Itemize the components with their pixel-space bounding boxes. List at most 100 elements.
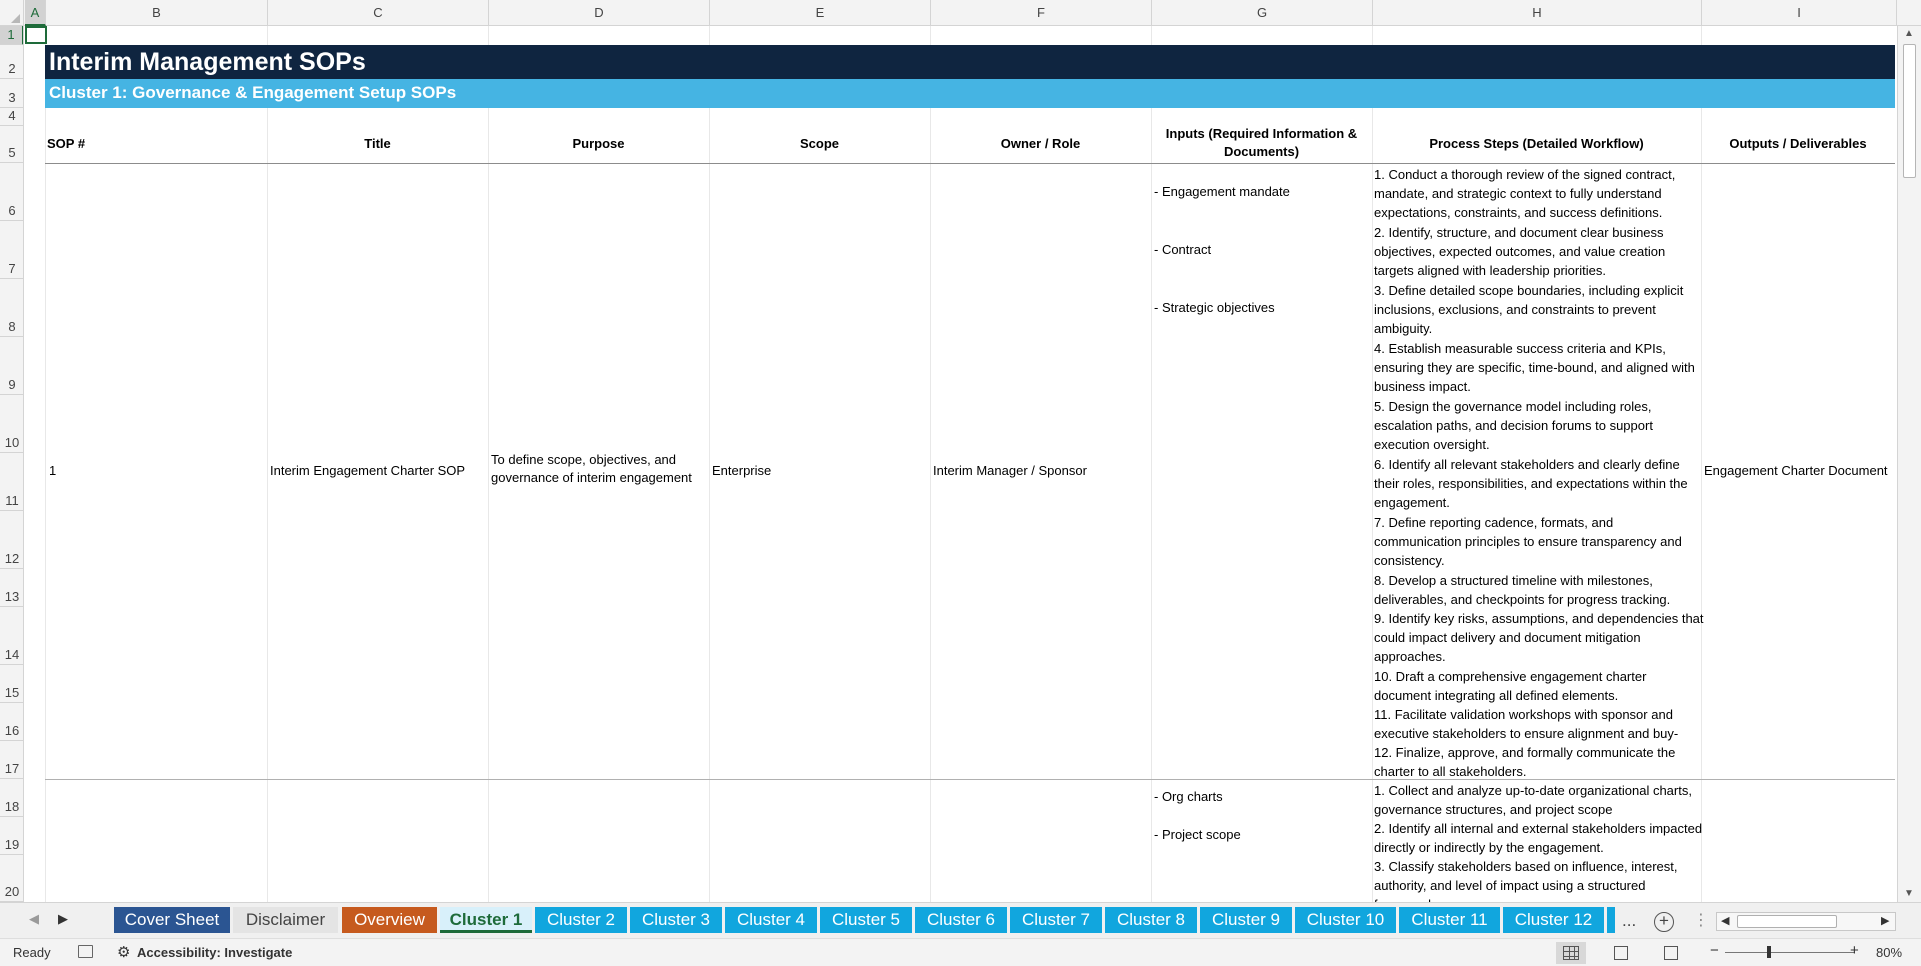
page-break-preview-button[interactable] — [1656, 942, 1686, 964]
tab-cluster-6[interactable]: Cluster 6 — [915, 907, 1007, 933]
scroll-right-arrow-icon[interactable]: ▶ — [1881, 914, 1889, 927]
horizontal-scroll-thumb[interactable] — [1737, 915, 1837, 928]
worksheet-grid[interactable]: Interim Management SOPs Cluster 1: Gover… — [25, 26, 1895, 902]
zoom-in-icon[interactable]: + — [1850, 942, 1859, 959]
sop2-input[interactable]: - Org charts — [1154, 788, 1223, 806]
tab-cluster-10[interactable]: Cluster 10 — [1295, 907, 1396, 933]
cluster-title: Cluster 1: Governance & Engagement Setup… — [49, 83, 457, 102]
row-header-1[interactable]: 1 — [0, 26, 23, 45]
row-header-13[interactable]: 13 — [0, 569, 23, 607]
prev-sheet-arrow-icon[interactable]: ◀ — [29, 911, 39, 927]
column-header-strip: A B C D E F G H I — [0, 0, 1921, 26]
column-header-d[interactable]: D — [489, 0, 710, 26]
zoom-slider[interactable] — [1725, 952, 1855, 953]
scroll-down-arrow-icon[interactable]: ▼ — [1904, 888, 1914, 899]
column-header-i[interactable]: I — [1702, 0, 1897, 26]
row-header-14[interactable]: 14 — [0, 607, 23, 665]
process-step: 11. Facilitate validation workshops with… — [1374, 707, 1679, 741]
zoom-out-icon[interactable]: − — [1710, 942, 1719, 959]
column-header-h[interactable]: H — [1373, 0, 1702, 26]
process-step: 10. Draft a comprehensive engagement cha… — [1374, 669, 1647, 703]
more-sheets-button[interactable]: ... — [1622, 911, 1636, 931]
add-sheet-icon[interactable]: + — [1654, 912, 1674, 932]
column-header-b[interactable]: B — [46, 0, 268, 26]
sop1-input[interactable]: - Engagement mandate — [1154, 183, 1290, 201]
row-header-8[interactable]: 8 — [0, 279, 23, 337]
sop2-input[interactable]: - Project scope — [1154, 826, 1241, 844]
sop1-input[interactable]: - Contract — [1154, 241, 1211, 259]
tab-cluster-1[interactable]: Cluster 1 — [440, 907, 532, 933]
row-header-5[interactable]: 5 — [0, 126, 23, 163]
sop1-process-steps[interactable]: 1. Conduct a thorough review of the sign… — [1374, 163, 1704, 779]
macro-recording-icon[interactable] — [78, 945, 93, 958]
column-header-c[interactable]: C — [268, 0, 489, 26]
row-header-19[interactable]: 19 — [0, 817, 23, 855]
select-all-corner[interactable] — [0, 0, 24, 26]
column-header-a[interactable]: A — [25, 0, 46, 26]
status-ready: Ready — [13, 945, 51, 960]
sop1-number[interactable]: 1 — [49, 462, 56, 480]
process-step: 1. Conduct a thorough review of the sign… — [1374, 167, 1676, 220]
row-header-18[interactable]: 18 — [0, 779, 23, 817]
accessibility-status[interactable]: Accessibility: Investigate — [137, 945, 292, 960]
tab-cluster-2[interactable]: Cluster 2 — [535, 907, 627, 933]
header-scope: Scope — [799, 136, 839, 151]
column-header-g[interactable]: G — [1152, 0, 1373, 26]
sop1-output[interactable]: Engagement Charter Document — [1704, 462, 1888, 480]
tab-cluster-9[interactable]: Cluster 9 — [1200, 907, 1292, 933]
header-owner: Owner / Role — [1000, 136, 1081, 151]
tab-disclaimer[interactable]: Disclaimer — [233, 907, 338, 933]
row-header-6[interactable]: 6 — [0, 163, 23, 221]
process-step: 4. Establish measurable success criteria… — [1374, 341, 1695, 394]
process-step: 8. Develop a structured timeline with mi… — [1374, 573, 1671, 607]
tab-overview[interactable]: Overview — [342, 907, 437, 933]
column-header-e[interactable]: E — [710, 0, 931, 26]
active-cell-a1[interactable] — [25, 26, 47, 44]
scroll-up-arrow-icon[interactable]: ▲ — [1904, 28, 1914, 39]
row-header-9[interactable]: 9 — [0, 337, 23, 395]
row-header-15[interactable]: 15 — [0, 665, 23, 703]
row-header-7[interactable]: 7 — [0, 221, 23, 279]
tab-cluster-11[interactable]: Cluster 11 — [1399, 907, 1500, 933]
sop1-purpose[interactable]: To define scope, objectives, and governa… — [491, 451, 707, 487]
row-header-3[interactable]: 3 — [0, 79, 23, 108]
tab-cluster-5[interactable]: Cluster 5 — [820, 907, 912, 933]
tab-cluster-4[interactable]: Cluster 4 — [725, 907, 817, 933]
normal-view-button[interactable] — [1556, 942, 1586, 964]
sop1-title[interactable]: Interim Engagement Charter SOP — [270, 462, 465, 480]
row-header-10[interactable]: 10 — [0, 395, 23, 453]
process-step: 12. Finalize, approve, and formally comm… — [1374, 745, 1676, 779]
sheet-tabs-bar: ◀ ▶ Cover Sheet Disclaimer Overview Clus… — [0, 902, 1921, 938]
process-step: 1. Collect and analyze up-to-date organi… — [1374, 783, 1692, 817]
sop1-input[interactable]: - Strategic objectives — [1154, 299, 1275, 317]
tab-cluster-12[interactable]: Cluster 12 — [1503, 907, 1604, 933]
tab-cluster-13-partial[interactable] — [1607, 907, 1615, 933]
tab-cluster-8[interactable]: Cluster 8 — [1105, 907, 1197, 933]
next-sheet-arrow-icon[interactable]: ▶ — [58, 911, 68, 927]
column-header-f[interactable]: F — [931, 0, 1152, 26]
sop1-owner[interactable]: Interim Manager / Sponsor — [933, 462, 1087, 480]
vertical-scroll-thumb[interactable] — [1903, 44, 1916, 178]
zoom-level[interactable]: 80% — [1876, 945, 1902, 960]
row-header-17[interactable]: 17 — [0, 741, 23, 779]
row-header-11[interactable]: 11 — [0, 453, 23, 511]
tab-split-handle[interactable]: ⋮ — [1693, 910, 1709, 930]
row-header-2[interactable]: 2 — [0, 45, 23, 79]
sop1-scope[interactable]: Enterprise — [712, 462, 771, 480]
scroll-left-arrow-icon[interactable]: ◀ — [1721, 914, 1729, 927]
vertical-scrollbar[interactable]: ▲ ▼ — [1897, 26, 1921, 902]
horizontal-scrollbar[interactable]: ◀ ▶ — [1716, 912, 1896, 931]
tab-cover-sheet[interactable]: Cover Sheet — [114, 907, 230, 933]
page-layout-view-button[interactable] — [1606, 942, 1636, 964]
row-header-4[interactable]: 4 — [0, 108, 23, 126]
row-header-12[interactable]: 12 — [0, 511, 23, 569]
tab-cluster-7[interactable]: Cluster 7 — [1010, 907, 1102, 933]
accessibility-icon[interactable]: ⚙ — [117, 943, 130, 961]
row-header-20[interactable]: 20 — [0, 855, 23, 902]
row-header-16[interactable]: 16 — [0, 703, 23, 741]
sop2-process-steps[interactable]: 1. Collect and analyze up-to-date organi… — [1374, 779, 1704, 902]
tab-cluster-3[interactable]: Cluster 3 — [630, 907, 722, 933]
zoom-slider-thumb[interactable] — [1767, 946, 1771, 958]
process-step: 7. Define reporting cadence, formats, an… — [1374, 515, 1682, 568]
process-step: 2. Identify all internal and external st… — [1374, 821, 1703, 855]
